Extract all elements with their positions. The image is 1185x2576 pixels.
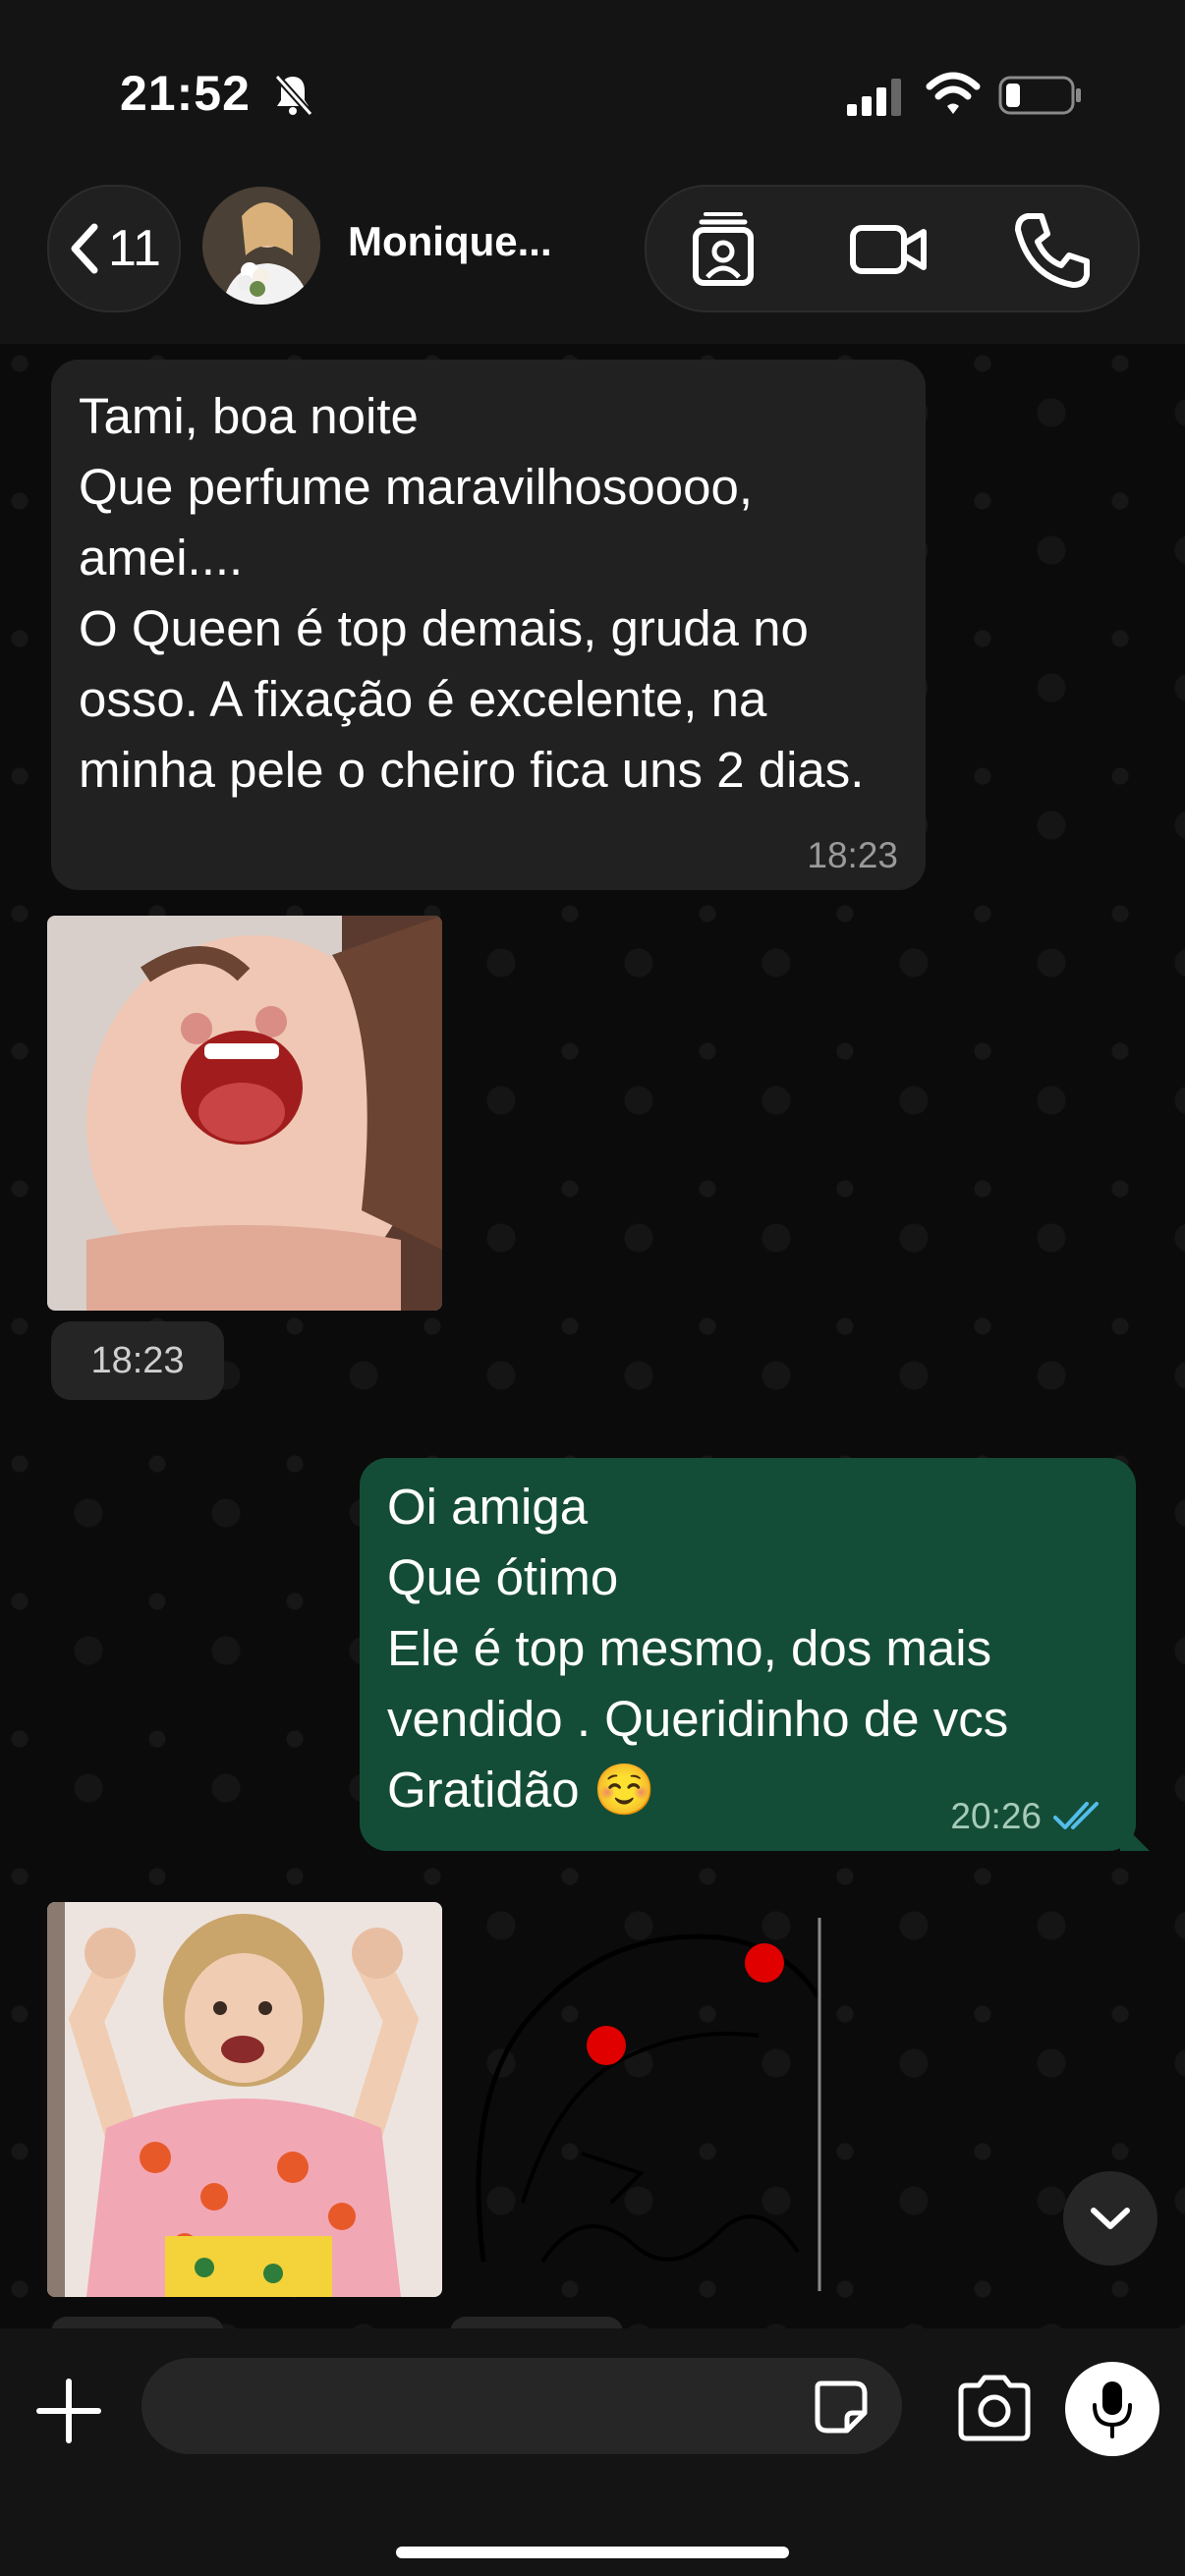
chevron-down-icon: [1091, 2208, 1130, 2229]
video-call-button[interactable]: [847, 208, 930, 291]
incoming-gif-laughing-child[interactable]: [47, 916, 442, 1311]
status-bar: 21:52: [0, 0, 1185, 177]
contact-card-button[interactable]: [682, 208, 764, 291]
message-time: 18:23: [807, 835, 898, 875]
camera-icon[interactable]: [955, 2372, 1034, 2442]
sticker-icon[interactable]: [812, 2378, 871, 2436]
wifi-icon: [926, 72, 981, 114]
incoming-gif-cheering-child[interactable]: [47, 1902, 442, 2297]
message-text: Tami, boa noite Que perfume maravilhosoo…: [79, 388, 865, 798]
chat-area[interactable]: Tami, boa noite Que perfume maravilhosoo…: [0, 344, 1185, 2328]
read-receipt-icon: [1053, 1802, 1099, 1829]
contact-card-icon: [693, 212, 754, 286]
scroll-to-bottom-button[interactable]: [1063, 2171, 1157, 2266]
back-button[interactable]: 11: [47, 185, 181, 312]
outgoing-message[interactable]: Oi amiga Que ótimo Ele é top mesmo, dos …: [360, 1458, 1136, 1851]
message-text: Oi amiga Que ótimo Ele é top mesmo, dos …: [387, 1479, 1009, 1818]
video-camera-icon: [850, 225, 927, 274]
message-time: 20:26: [950, 1796, 1042, 1836]
chat-header: 11 Monique...: [0, 177, 1185, 344]
incoming-message[interactable]: Tami, boa noite Que perfume maravilhosoo…: [51, 360, 926, 890]
composer-bar: [0, 2328, 1185, 2576]
chevron-left-icon: [71, 223, 98, 274]
media-time-chip: [450, 2317, 623, 2328]
voice-call-button[interactable]: [1010, 208, 1093, 291]
media-time-chip: 18:23: [51, 1321, 224, 1400]
home-indicator: [396, 2547, 789, 2558]
cellular-signal-icon: [847, 79, 901, 116]
message-meta: 20:26: [950, 1796, 1108, 1837]
attach-plus-button[interactable]: [33, 2376, 104, 2446]
status-time: 21:52: [120, 66, 251, 121]
microphone-icon: [1093, 2381, 1132, 2438]
message-input[interactable]: [141, 2358, 902, 2454]
bell-muted-icon: [274, 74, 313, 117]
battery-icon: [998, 76, 1081, 115]
phone-icon: [1015, 213, 1090, 288]
voice-message-button[interactable]: [1065, 2362, 1159, 2456]
media-time-chip: [51, 2317, 224, 2328]
unread-count: 11: [108, 220, 161, 277]
contact-name[interactable]: Monique...: [348, 218, 552, 265]
incoming-sticker[interactable]: [464, 1908, 857, 2321]
header-actions: [645, 185, 1140, 312]
contact-avatar[interactable]: [202, 187, 320, 305]
